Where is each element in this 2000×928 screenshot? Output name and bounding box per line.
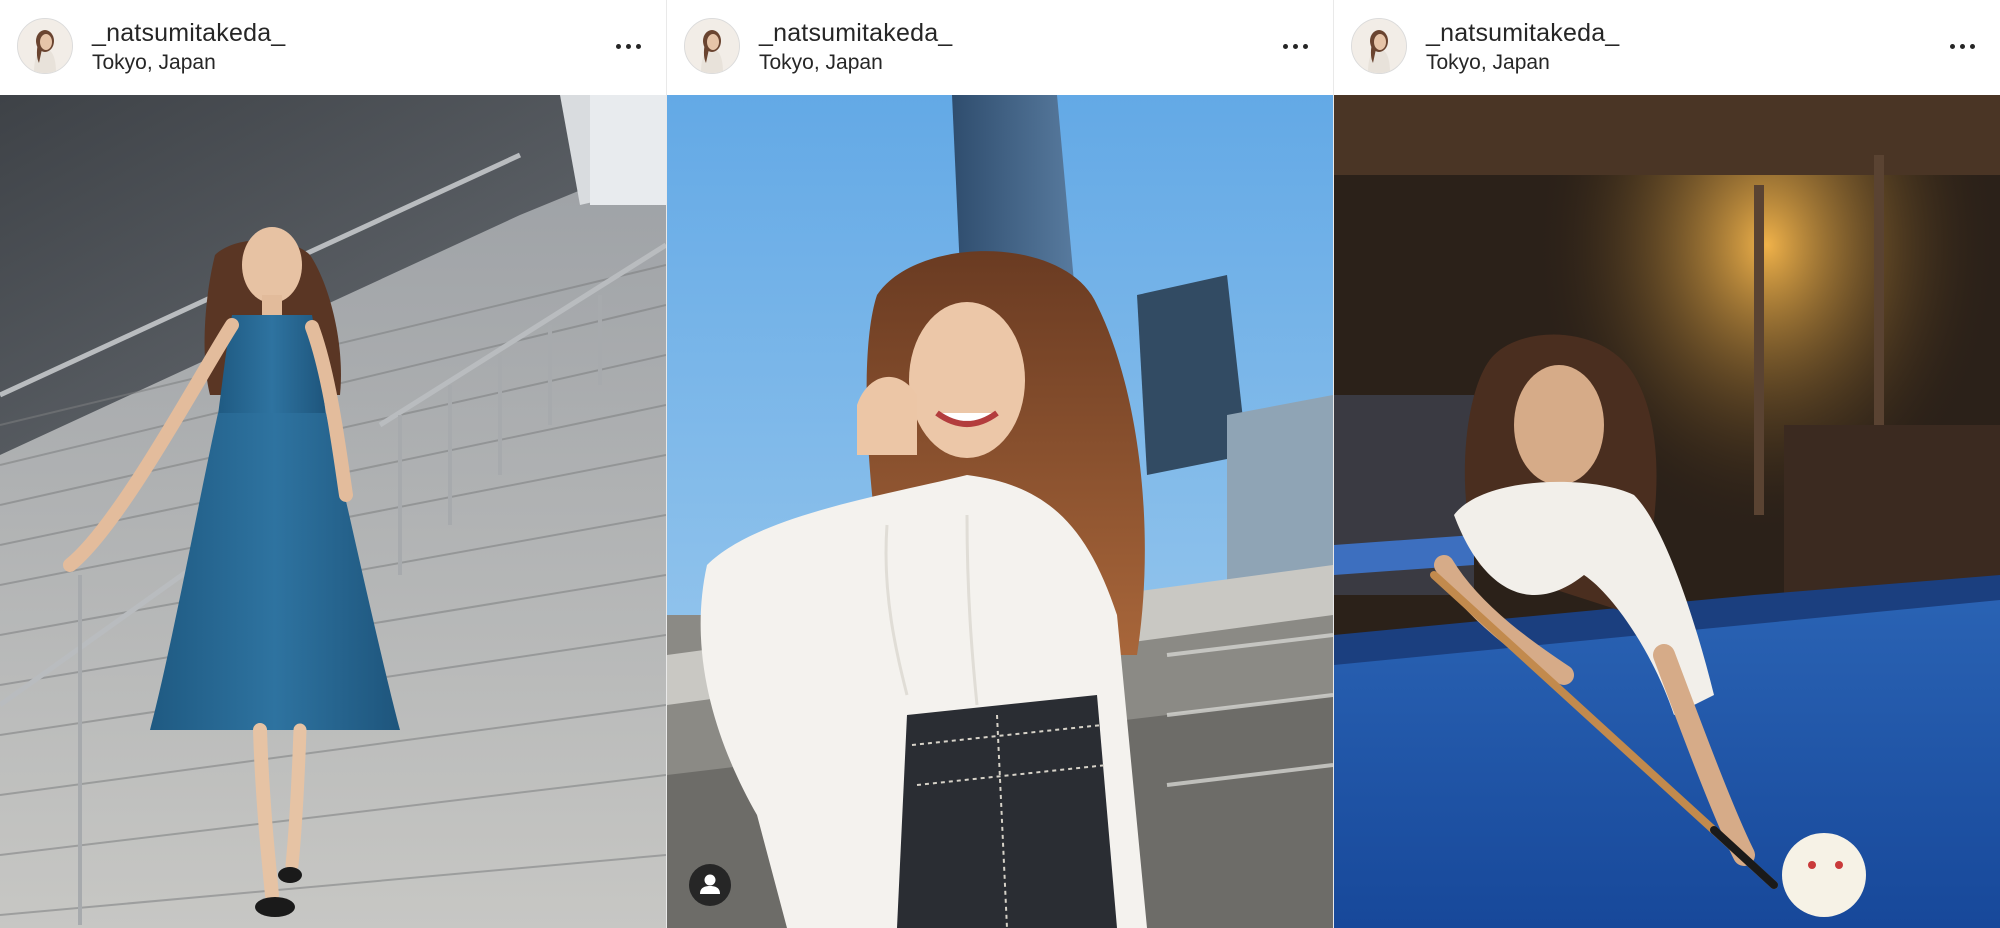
more-options-icon[interactable]: [614, 34, 644, 58]
profile-avatar[interactable]: [1351, 18, 1407, 74]
username-link[interactable]: _natsumitakeda_: [1426, 19, 1619, 48]
post-grid: _natsumitakeda_ Tokyo, Japan _natsumitak…: [0, 0, 2000, 928]
post-card: _natsumitakeda_ Tokyo, Japan: [1334, 0, 2000, 928]
location-link[interactable]: Tokyo, Japan: [759, 51, 883, 75]
username-link[interactable]: _natsumitakeda_: [759, 19, 952, 48]
post-photo[interactable]: [1334, 95, 2000, 928]
profile-avatar[interactable]: [17, 18, 73, 74]
username-link[interactable]: _natsumitakeda_: [92, 19, 285, 48]
post-header: _natsumitakeda_ Tokyo, Japan: [0, 0, 666, 95]
user-tag-icon: [700, 874, 720, 894]
tag-people-button[interactable]: [689, 864, 731, 906]
location-link[interactable]: Tokyo, Japan: [1426, 51, 1550, 75]
post-header: _natsumitakeda_ Tokyo, Japan: [1334, 0, 2000, 95]
more-options-icon[interactable]: [1948, 34, 1978, 58]
post-photo[interactable]: [0, 95, 666, 928]
post-card: _natsumitakeda_ Tokyo, Japan: [667, 0, 1333, 928]
more-options-icon[interactable]: [1281, 34, 1311, 58]
post-card: _natsumitakeda_ Tokyo, Japan: [0, 0, 666, 928]
location-link[interactable]: Tokyo, Japan: [92, 51, 216, 75]
profile-avatar[interactable]: [684, 18, 740, 74]
post-photo[interactable]: [667, 95, 1333, 928]
post-header: _natsumitakeda_ Tokyo, Japan: [667, 0, 1333, 95]
